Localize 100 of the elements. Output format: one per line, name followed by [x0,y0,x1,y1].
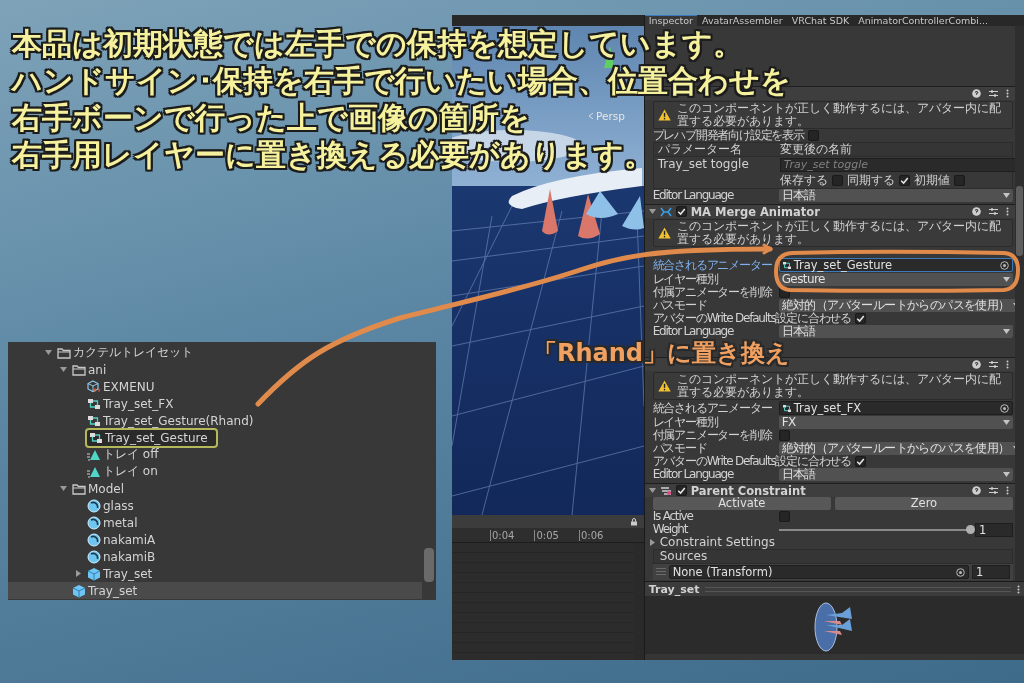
column-header: 変更後の名前 [779,143,853,156]
field-label: Weight [652,523,688,536]
checkbox[interactable] [778,430,790,441]
hierarchy-row[interactable]: metal [8,514,422,531]
hierarchy-row[interactable]: nakamiB [8,548,422,565]
enable-checkbox[interactable] [675,485,687,496]
expanded-arrow-icon[interactable] [59,366,67,373]
dropdown[interactable]: 絶対的（アバタールートからのパスを使用） [778,299,1015,312]
hierarchy-row[interactable]: Model [8,480,422,497]
more-icon[interactable] [1006,486,1009,495]
item-label: ani [88,362,107,377]
panel-tab[interactable]: Inspector [644,15,697,26]
field-label: レイヤー種別 [652,273,718,286]
field-label: 付属アニメーターを削除 [652,429,772,442]
field-label: Editor Language [652,189,734,202]
timeline-tick: 0:05 [534,529,559,541]
hierarchy-row[interactable]: ani [8,361,422,378]
sliders-icon[interactable] [989,89,998,98]
object-field[interactable]: None (Transform) [668,565,969,579]
action-button[interactable]: Activate [652,497,831,510]
action-button[interactable]: Zero [834,497,1013,510]
lock-icon[interactable] [629,517,638,526]
hierarchy-row[interactable]: EXMENU [8,378,422,395]
timeline-tick: 0:04 [490,529,515,541]
caret-icon [1003,193,1010,198]
field-label: 統合されるアニメーター [652,401,772,415]
sliders-icon[interactable] [989,207,998,216]
item-label: nakamiA [103,532,156,547]
hierarchy-row[interactable]: Tray_set_Gesture(Rhand) [8,412,422,429]
checkbox[interactable] [898,174,910,186]
help-icon[interactable] [972,89,981,98]
sliders-icon[interactable] [989,360,998,369]
name-input-field[interactable]: Tray_set toggle [779,158,1015,172]
number-field[interactable]: 1 [975,522,1013,537]
number-field[interactable]: 1 [972,565,1010,579]
hierarchy-row[interactable]: トレイ off [8,446,422,463]
scrollbar-thumb[interactable] [424,548,434,582]
drag-handle-icon[interactable] [655,568,666,576]
field-label: Editor Language [652,468,734,481]
target-icon[interactable] [1000,260,1009,270]
expanded-arrow-icon[interactable] [648,487,656,494]
checkbox[interactable] [778,511,790,522]
expanded-arrow-icon[interactable] [648,208,656,215]
dropdown[interactable]: 絶対的（アバタールートからのパスを使用） [778,442,1015,455]
dropdown[interactable]: Gesture [778,273,1013,286]
expanded-arrow-icon[interactable] [59,485,67,492]
expanded-arrow-icon[interactable] [44,349,52,356]
arrow-left-icon [588,113,594,119]
item-label: Tray_set [103,566,153,581]
hierarchy-row[interactable]: nakamiA [8,531,422,548]
dropdown[interactable]: 日本語 [778,325,1013,338]
component-header[interactable]: MA Merge Animator [644,204,1015,218]
checkbox[interactable] [831,174,843,186]
hierarchy-row[interactable]: カクテルトレイセット [8,344,422,361]
object-field[interactable]: Tray_set_FX [778,401,1013,415]
dropdown[interactable]: FX [778,416,1013,429]
dropdown[interactable]: 日本語 [778,468,1013,481]
help-icon[interactable] [972,486,981,495]
component-header[interactable]: Parent Constraint [644,483,1015,497]
sliders-icon[interactable] [989,486,998,495]
foldout-label[interactable]: Constraint Settings [659,536,775,549]
checkbox[interactable] [855,456,867,467]
item-label: Model [88,481,125,496]
timeline-tick: 0:06 [578,529,604,541]
hierarchy-row[interactable]: glass [8,497,422,514]
help-icon[interactable] [972,207,981,216]
cube-braces-icon [87,379,101,394]
field-label: 付属アニメーターを削除 [652,286,772,299]
target-icon[interactable] [956,567,965,577]
item-label: glass [103,498,134,513]
checkbox[interactable] [807,130,819,141]
target-icon[interactable] [1000,403,1009,413]
checkbox[interactable] [953,174,965,186]
hierarchy-row[interactable]: Tray_set [8,582,422,599]
hierarchy-row[interactable]: トレイ on [8,463,422,480]
node-graph-icon [89,431,103,444]
more-icon[interactable] [1006,207,1009,216]
help-icon[interactable] [972,360,981,369]
more-icon[interactable] [1017,584,1020,594]
item-label: カクテルトレイセット [73,344,193,361]
more-icon[interactable] [1006,89,1009,98]
hierarchy-row[interactable]: Tray_set [8,565,422,582]
hierarchy-row[interactable]: Tray_set_FX [8,395,422,412]
checkbox[interactable] [778,287,790,298]
node-graph-icon [782,404,791,412]
checkbox[interactable] [855,313,867,324]
more-icon[interactable] [1006,360,1009,369]
item-label: Tray_set_Gesture [105,430,208,445]
hierarchy-row[interactable]: Tray_set_Gesture [8,429,422,446]
slider-thumb[interactable] [966,524,975,534]
collapsed-arrow-icon[interactable] [648,539,656,546]
object-field[interactable]: Tray_set_Gesture [778,258,1013,272]
enable-checkbox[interactable] [675,206,687,217]
item-label: Tray_set_Gesture(Rhand) [103,413,254,428]
warning-text: このコンポーネントが正しく動作するには、アバター内に配置する必要があります。 [676,373,1002,399]
caret-icon [1003,329,1010,334]
scrollbar-thumb[interactable] [1016,186,1023,256]
collapsed-arrow-icon[interactable] [74,570,82,577]
dropdown[interactable]: 日本語 [778,189,1013,202]
component-title: Parent Constraint [690,483,807,498]
